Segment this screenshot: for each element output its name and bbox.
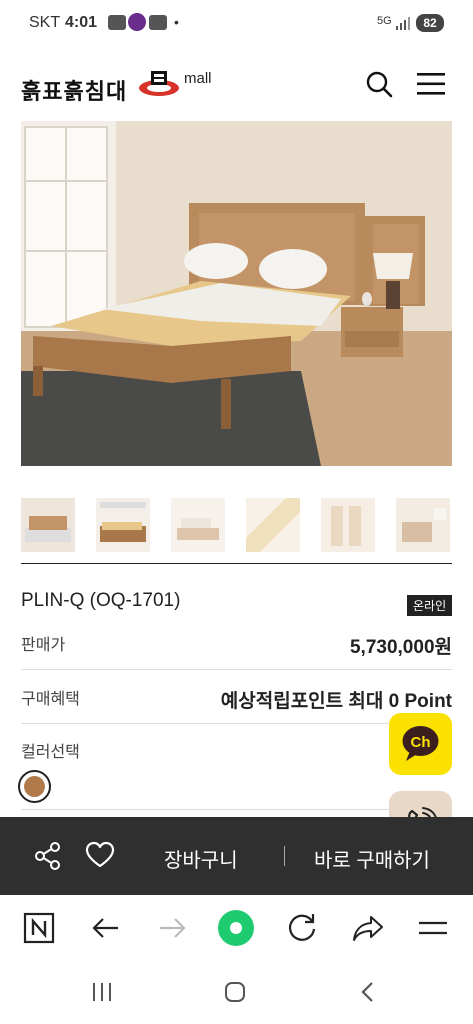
price-label: 판매가 xyxy=(21,637,66,654)
system-nav-bar xyxy=(0,962,473,1024)
network-label: 5G xyxy=(377,15,392,27)
back-icon[interactable] xyxy=(356,980,380,1004)
home-icon[interactable] xyxy=(223,980,247,1004)
online-badge: 온라인 xyxy=(407,595,453,616)
benefit-label: 구매혜택 xyxy=(21,691,80,708)
section-divider xyxy=(21,563,452,564)
thumbnail-strip xyxy=(21,498,452,552)
add-to-cart-button[interactable]: 장바구니 xyxy=(164,844,238,873)
thumbnail-1[interactable] xyxy=(21,498,75,552)
share-arrow-icon[interactable] xyxy=(351,911,385,945)
status-bar: SKT 4:01 • 5G 82 xyxy=(0,0,473,48)
color-swatch-fill xyxy=(24,776,45,797)
more-dot-icon: • xyxy=(174,14,179,30)
clock: 4:01 xyxy=(65,14,98,31)
home-dot-icon[interactable] xyxy=(217,909,255,947)
signal-icon xyxy=(396,17,410,30)
app-icon xyxy=(128,13,146,31)
carrier-label: SKT xyxy=(29,14,61,31)
purchase-action-bar: 장바구니 바로 구매하기 xyxy=(0,817,473,895)
thumbnail-4[interactable] xyxy=(246,498,300,552)
price-value: 5,730,000원 xyxy=(349,637,452,658)
back-arrow-icon[interactable] xyxy=(89,911,123,945)
brand-name[interactable]: 흙표흙침대 xyxy=(21,74,127,106)
brand-logo[interactable] xyxy=(137,68,181,98)
chat-bubble-icon: Ch xyxy=(402,726,439,761)
search-icon[interactable] xyxy=(365,70,393,98)
product-name: PLIN-Q (OQ-1701) xyxy=(21,590,181,611)
buy-now-button[interactable]: 바로 구매하기 xyxy=(314,844,430,873)
heart-icon[interactable] xyxy=(85,841,115,869)
battery-indicator: 82 xyxy=(416,14,444,32)
browser-toolbar xyxy=(0,897,473,961)
menu-icon[interactable] xyxy=(416,72,446,96)
thumbnail-2[interactable] xyxy=(96,498,150,552)
browser-menu-icon[interactable] xyxy=(416,911,450,945)
benefit-value: 예상적립포인트 최대 0 Point xyxy=(220,691,452,712)
naver-icon[interactable] xyxy=(22,911,56,945)
color-label: 컬러선택 xyxy=(21,744,80,761)
youtube-icon xyxy=(149,15,167,30)
recent-apps-icon[interactable] xyxy=(90,980,114,1004)
chat-label: Ch xyxy=(411,734,431,751)
action-separator xyxy=(284,846,285,866)
color-swatch-selected[interactable] xyxy=(18,770,51,803)
site-header: 흙표흙침대 mall xyxy=(0,56,473,116)
row-divider xyxy=(21,809,452,810)
row-divider xyxy=(21,723,452,724)
thumbnail-6[interactable] xyxy=(396,498,450,552)
youtube-icon xyxy=(108,15,126,30)
kakao-chat-button[interactable]: Ch xyxy=(389,713,452,775)
thumbnail-3[interactable] xyxy=(171,498,225,552)
brand-mall-label: mall xyxy=(184,70,212,87)
refresh-icon[interactable] xyxy=(285,911,319,945)
forward-arrow-icon[interactable] xyxy=(155,911,189,945)
share-icon[interactable] xyxy=(33,841,63,871)
thumbnail-5[interactable] xyxy=(321,498,375,552)
row-divider xyxy=(21,669,452,670)
product-main-image[interactable] xyxy=(21,121,452,466)
